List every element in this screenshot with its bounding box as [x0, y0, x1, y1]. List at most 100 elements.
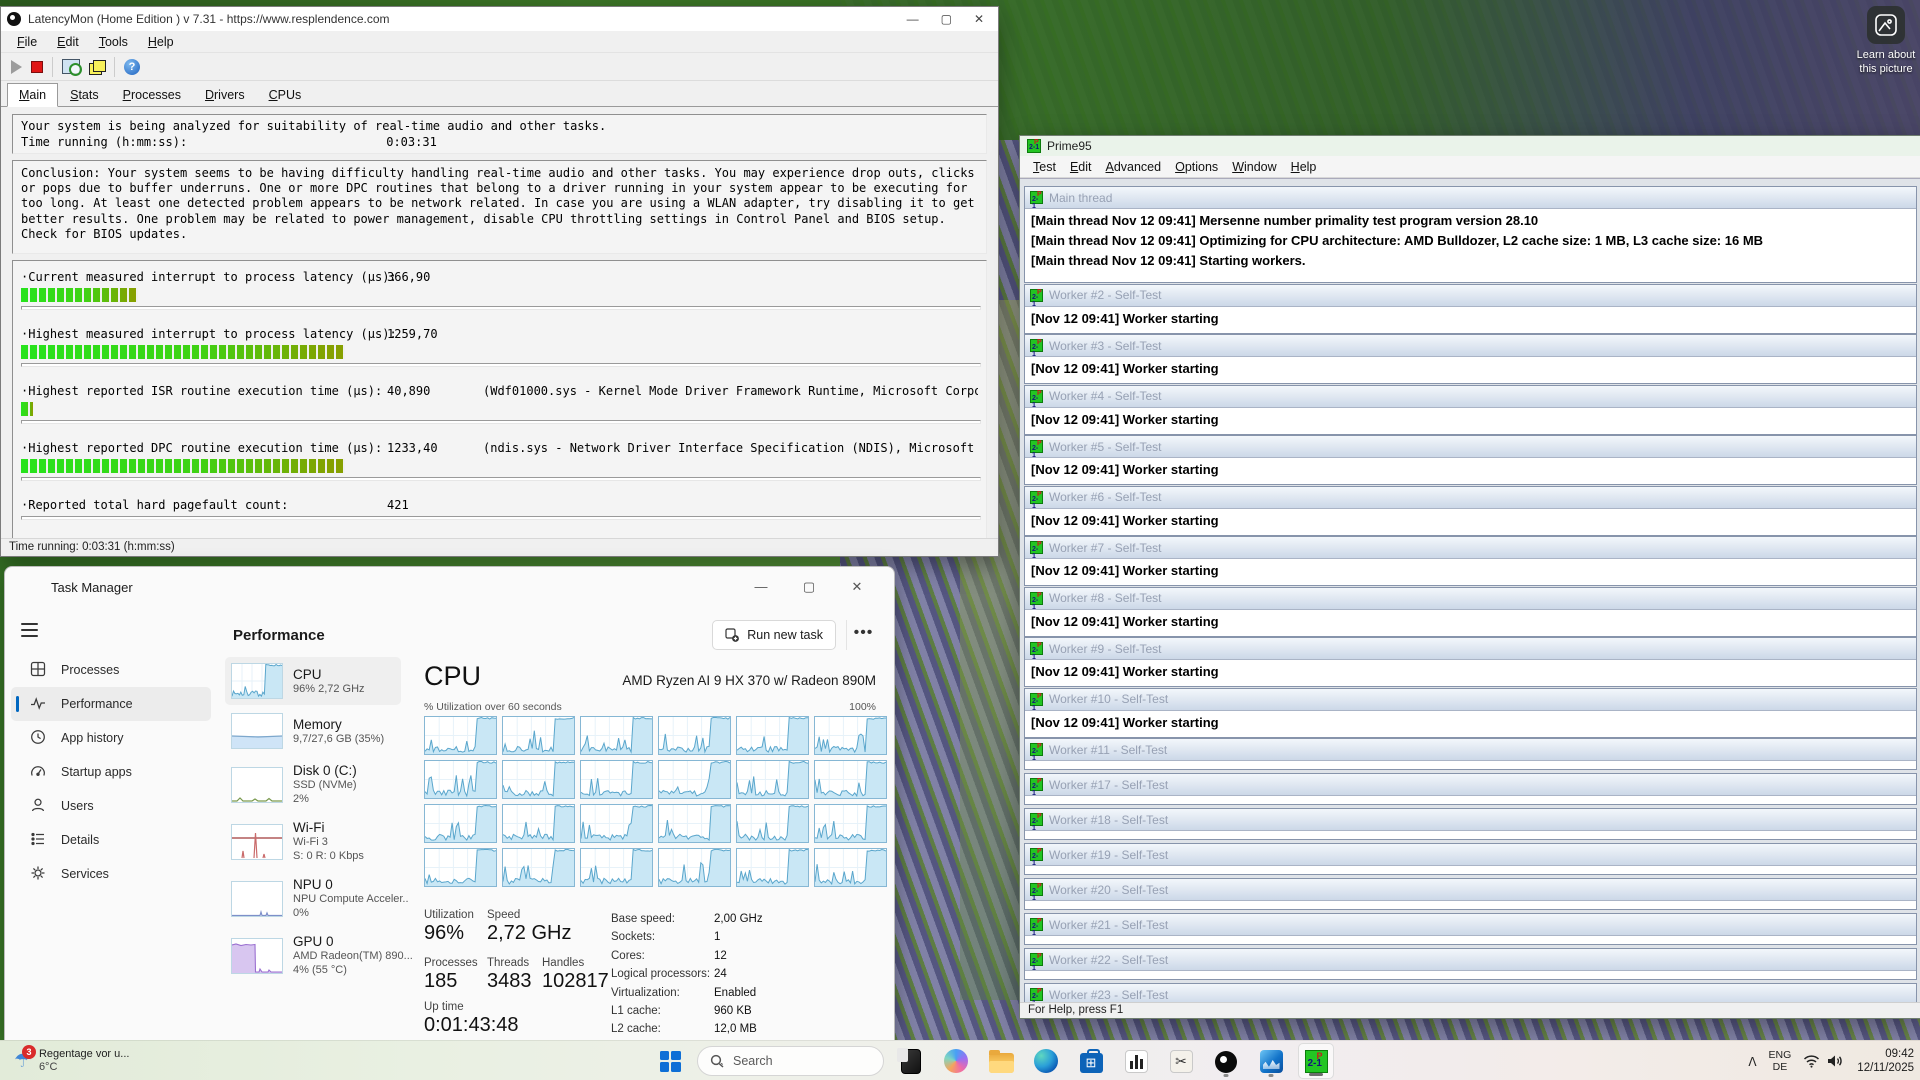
tab-main[interactable]: Main	[7, 83, 58, 107]
child-window-titlebar[interactable]: P2-1Worker #10 - Self-Test	[1025, 689, 1916, 711]
taskbar-task-manager-app-icon[interactable]	[1253, 1043, 1289, 1079]
perf-item-memory[interactable]: Memory9,7/27,6 GB (35%)	[225, 707, 401, 755]
child-window-titlebar[interactable]: P2-1Worker #5 - Self-Test	[1025, 436, 1916, 458]
menu-tools[interactable]: Tools	[91, 33, 136, 51]
child-window-titlebar[interactable]: P2-1Worker #4 - Self-Test	[1025, 386, 1916, 408]
sidebar-item-services[interactable]: Services	[11, 857, 211, 891]
taskbar-latencymon-app-icon[interactable]	[1208, 1043, 1244, 1079]
worker-log: [Nov 12 09:41] Worker starting	[1025, 509, 1916, 535]
stacked-pages-icon[interactable]	[89, 60, 105, 74]
stat-label: Cores:	[611, 947, 714, 965]
perf-item-gpu[interactable]: GPU 0AMD Radeon(TM) 890...4% (55 °C)	[225, 928, 401, 983]
sidebar-item-app-history[interactable]: App history	[11, 721, 211, 755]
close-button[interactable]: ✕	[842, 579, 872, 595]
sidebar-item-details[interactable]: Details	[11, 823, 211, 857]
weather-widget[interactable]: ☂3 Regentage vor u... 6°C	[8, 1043, 135, 1079]
child-window-titlebar[interactable]: P2-1Worker #3 - Self-Test	[1025, 335, 1916, 357]
child-window-titlebar[interactable]: P2-1Main thread	[1025, 187, 1916, 209]
child-window-titlebar[interactable]: P2-1Worker #7 - Self-Test	[1025, 537, 1916, 559]
maximize-button[interactable]: ▢	[794, 579, 824, 595]
taskbar-snipping-tool-icon[interactable]	[1163, 1043, 1199, 1079]
menu-edit[interactable]: Edit	[49, 33, 87, 51]
time-running-label: Time running (h:mm:ss):	[21, 135, 379, 149]
help-icon[interactable]: ?	[124, 59, 140, 75]
volume-icon[interactable]	[1827, 1054, 1843, 1068]
child-window-title: Worker #22 - Self-Test	[1049, 953, 1168, 967]
taskbar-file-explorer-icon[interactable]	[983, 1043, 1019, 1079]
search-box[interactable]: Search	[697, 1046, 884, 1076]
child-window-titlebar[interactable]: P2-1Worker #6 - Self-Test	[1025, 487, 1916, 509]
menu-help[interactable]: Help	[140, 33, 182, 51]
cpu-core-chart	[580, 716, 653, 755]
cpu-core-chart	[736, 804, 809, 843]
child-window-titlebar[interactable]: P2-1Worker #21 - Self-Test	[1025, 914, 1916, 936]
child-window-titlebar[interactable]: P2-1Worker #23 - Self-Test	[1025, 984, 1916, 1002]
taskbar-widgets-dark-app-icon[interactable]	[893, 1043, 929, 1079]
menu-advanced[interactable]: Advanced	[1098, 158, 1168, 176]
taskbar-prime95-app-icon[interactable]: P2-1	[1298, 1043, 1334, 1079]
child-window-titlebar[interactable]: P2-1Worker #17 - Self-Test	[1025, 774, 1916, 796]
maximize-button[interactable]: ▢	[941, 12, 952, 26]
menu-window[interactable]: Window	[1225, 158, 1283, 176]
child-window-titlebar[interactable]: P2-1Worker #2 - Self-Test	[1025, 285, 1916, 307]
child-window-titlebar[interactable]: P2-1Worker #20 - Self-Test	[1025, 879, 1916, 901]
umbrella-weather-icon: ☂3	[14, 1051, 32, 1071]
metric-label: ·Reported total hard pagefault count:	[21, 498, 387, 512]
sidebar-item-performance[interactable]: Performance	[11, 687, 211, 721]
cpu-core-chart	[814, 716, 887, 755]
prime95-child-icon: P2-1	[1030, 642, 1043, 655]
menu-help[interactable]: Help	[1284, 158, 1324, 176]
sidebar-item-label: Users	[61, 799, 94, 813]
menu-file[interactable]: File	[9, 33, 45, 51]
hamburger-menu-icon[interactable]	[17, 615, 51, 645]
menu-options[interactable]: Options	[1168, 158, 1225, 176]
taskbar-copilot-icon[interactable]	[938, 1043, 974, 1079]
task-manager-titlebar[interactable]: Task Manager — ▢ ✕	[5, 567, 894, 607]
stat-value: 2,72 GHz	[487, 922, 571, 945]
menu-edit[interactable]: Edit	[1063, 158, 1099, 176]
start-button[interactable]	[652, 1043, 688, 1079]
perf-item-npu[interactable]: NPU 0NPU Compute Acceler..0%	[225, 871, 401, 926]
latency-metric-row: ·Current measured interrupt to process l…	[21, 270, 978, 310]
child-window-titlebar[interactable]: P2-1Worker #19 - Self-Test	[1025, 844, 1916, 866]
child-window-titlebar[interactable]: P2-1Worker #8 - Self-Test	[1025, 588, 1916, 610]
tab-drivers[interactable]: Drivers	[193, 83, 257, 107]
sidebar-item-users[interactable]: Users	[11, 789, 211, 823]
language-indicator[interactable]: ENGDE	[1769, 1049, 1792, 1073]
taskbar-microsoft-edge-icon[interactable]	[1028, 1043, 1064, 1079]
wifi-icon[interactable]	[1803, 1054, 1820, 1068]
child-window-titlebar[interactable]: P2-1Worker #9 - Self-Test	[1025, 638, 1916, 660]
mdi-child-main-thread: P2-1Main thread[Main thread Nov 12 09:41…	[1024, 186, 1917, 283]
sidebar-item-startup-apps[interactable]: Startup apps	[11, 755, 211, 789]
menu-test[interactable]: Test	[1026, 158, 1063, 176]
minimize-button[interactable]: —	[746, 579, 776, 595]
taskbar-audio-levels-app-icon[interactable]	[1118, 1043, 1154, 1079]
latencymon-titlebar[interactable]: LatencyMon (Home Edition ) v 7.31 - http…	[1, 7, 998, 31]
prime95-titlebar[interactable]: P2-1 Prime95	[1020, 136, 1920, 156]
perf-item-sub: 2%	[293, 792, 357, 806]
tab-cpus[interactable]: CPUs	[257, 83, 314, 107]
more-options-button[interactable]: •••	[846, 620, 880, 650]
play-icon[interactable]	[11, 60, 22, 74]
minimize-button[interactable]: —	[907, 12, 919, 26]
taskbar-microsoft-store-icon[interactable]	[1073, 1043, 1109, 1079]
perf-item-cpu[interactable]: CPU96% 2,72 GHz	[225, 657, 401, 705]
run-new-task-button[interactable]: Run new task	[712, 620, 836, 650]
perf-item-disk[interactable]: Disk 0 (C:)SSD (NVMe)2%	[225, 757, 401, 812]
learn-about-picture[interactable]: Learn about this picture	[1852, 6, 1920, 76]
child-window-titlebar[interactable]: P2-1Worker #22 - Self-Test	[1025, 949, 1916, 971]
worker-log: [Nov 12 09:41] Worker starting	[1025, 559, 1916, 585]
perf-item-wifi[interactable]: Wi-FiWi-Fi 3S: 0 R: 0 Kbps	[225, 814, 401, 869]
mdi-child-worker: P2-1Worker #5 - Self-Test[Nov 12 09:41] …	[1024, 435, 1917, 485]
stat-label: Logical processors:	[611, 965, 714, 983]
close-button[interactable]: ✕	[974, 12, 984, 26]
child-window-titlebar[interactable]: P2-1Worker #18 - Self-Test	[1025, 809, 1916, 831]
child-window-titlebar[interactable]: P2-1Worker #11 - Self-Test	[1025, 739, 1916, 761]
tab-stats[interactable]: Stats	[58, 83, 111, 107]
tray-chevron-icon[interactable]: ᐱ	[1748, 1055, 1756, 1069]
clock[interactable]: 09:42 12/11/2025	[1857, 1047, 1914, 1075]
stop-icon[interactable]	[31, 61, 43, 73]
tab-processes[interactable]: Processes	[111, 83, 193, 107]
monitor-search-icon[interactable]	[62, 59, 80, 74]
sidebar-item-processes[interactable]: Processes	[11, 653, 211, 687]
